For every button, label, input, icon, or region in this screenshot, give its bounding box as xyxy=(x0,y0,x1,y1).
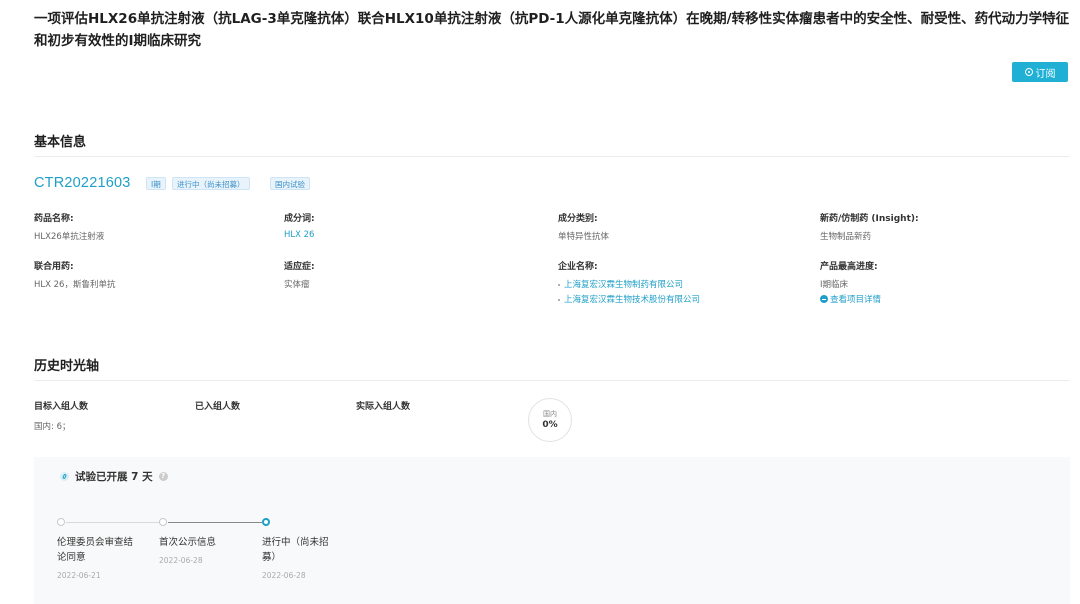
timeline-connector xyxy=(66,522,160,523)
bullet xyxy=(558,298,560,301)
subscribe-button[interactable]: 订阅 xyxy=(1012,62,1068,82)
history-heading: 历史时光轴 xyxy=(34,359,100,374)
progress-value: I期临床 xyxy=(820,280,849,290)
newdrug-value: 生物制品新药 xyxy=(820,232,872,242)
timeline-node xyxy=(159,518,167,526)
project-detail-icon xyxy=(820,295,828,303)
tag-domestic: 国内试验 xyxy=(270,177,310,190)
drug-name-label: 药品名称: xyxy=(34,214,74,224)
company-name-1: 上海复宏汉霖生物制药有限公司 xyxy=(564,280,684,290)
combo-label: 联合用药: xyxy=(34,262,74,272)
pie-value: 0% xyxy=(542,420,558,430)
category-value: 单特异性抗体 xyxy=(558,232,610,242)
timeline-step-label: 进行中（尚未招募） xyxy=(262,537,329,563)
timeline-step-date: 2022-06-21 xyxy=(57,571,101,580)
basic-info-divider xyxy=(34,156,1070,157)
tag-status: 进行中（尚未招募） xyxy=(172,177,250,190)
drug-name-value: HLX26单抗注射液 xyxy=(34,232,105,242)
project-detail-label: 查看项目详情 xyxy=(830,295,882,305)
timeline-connector xyxy=(168,522,262,523)
tag-phase: I期 xyxy=(146,177,166,190)
status-icon xyxy=(60,472,69,481)
indication-value: 实体瘤 xyxy=(284,280,310,290)
ingredient-label: 成分词: xyxy=(284,214,315,224)
trial-duration-text: 试验已开展 7 天 xyxy=(75,471,153,483)
combo-value: HLX 26，斯鲁利单抗 xyxy=(34,280,116,290)
help-icon[interactable]: ? xyxy=(158,472,168,481)
pie-label: 国内 xyxy=(543,410,557,418)
timeline-panel xyxy=(34,457,1070,604)
company-link-1[interactable]: 上海复宏汉霖生物制药有限公司 xyxy=(558,278,683,290)
actual-enrollment-label: 实际入组人数 xyxy=(356,402,411,412)
target-enrollment-value: 国内: 6； xyxy=(34,422,71,432)
newdrug-label: 新药/仿制药 (Insight): xyxy=(820,214,919,224)
history-divider xyxy=(34,380,1070,381)
category-label: 成分类别: xyxy=(558,214,598,224)
target-enrollment-label: 目标入组人数 xyxy=(34,402,89,412)
page-title: 一项评估HLX26单抗注射液（抗LAG-3单克隆抗体）联合HLX10单抗注射液（… xyxy=(34,11,1070,49)
indication-label: 适应症: xyxy=(284,262,315,272)
timeline-node-current xyxy=(262,518,270,526)
timeline-step-date: 2022-06-28 xyxy=(159,556,203,565)
basic-info-heading: 基本信息 xyxy=(34,135,87,150)
bullet xyxy=(558,283,560,286)
company-link-2[interactable]: 上海复宏汉霖生物技术股份有限公司 xyxy=(558,293,700,305)
company-label: 企业名称: xyxy=(558,262,598,272)
trial-duration: 试验已开展 7 天 ? xyxy=(60,469,168,484)
trial-id[interactable]: CTR20221603 xyxy=(34,175,131,191)
enrollment-pie: 国内 0% xyxy=(528,398,572,442)
progress-label: 产品最高进度: xyxy=(820,262,878,272)
enrolled-label: 已入组人数 xyxy=(195,402,241,412)
company-name-2: 上海复宏汉霖生物技术股份有限公司 xyxy=(564,295,701,305)
timeline-step-label: 伦理委员会审查结论同意 xyxy=(57,537,134,563)
subscribe-icon xyxy=(1024,68,1033,76)
timeline-step-date: 2022-06-28 xyxy=(262,571,306,580)
ingredient-link[interactable]: HLX 26 xyxy=(284,230,314,240)
timeline-node xyxy=(57,518,65,526)
subscribe-label: 订阅 xyxy=(1035,68,1056,80)
timeline-step-label: 首次公示信息 xyxy=(159,537,217,548)
project-detail-link[interactable]: 查看项目详情 xyxy=(820,293,881,305)
